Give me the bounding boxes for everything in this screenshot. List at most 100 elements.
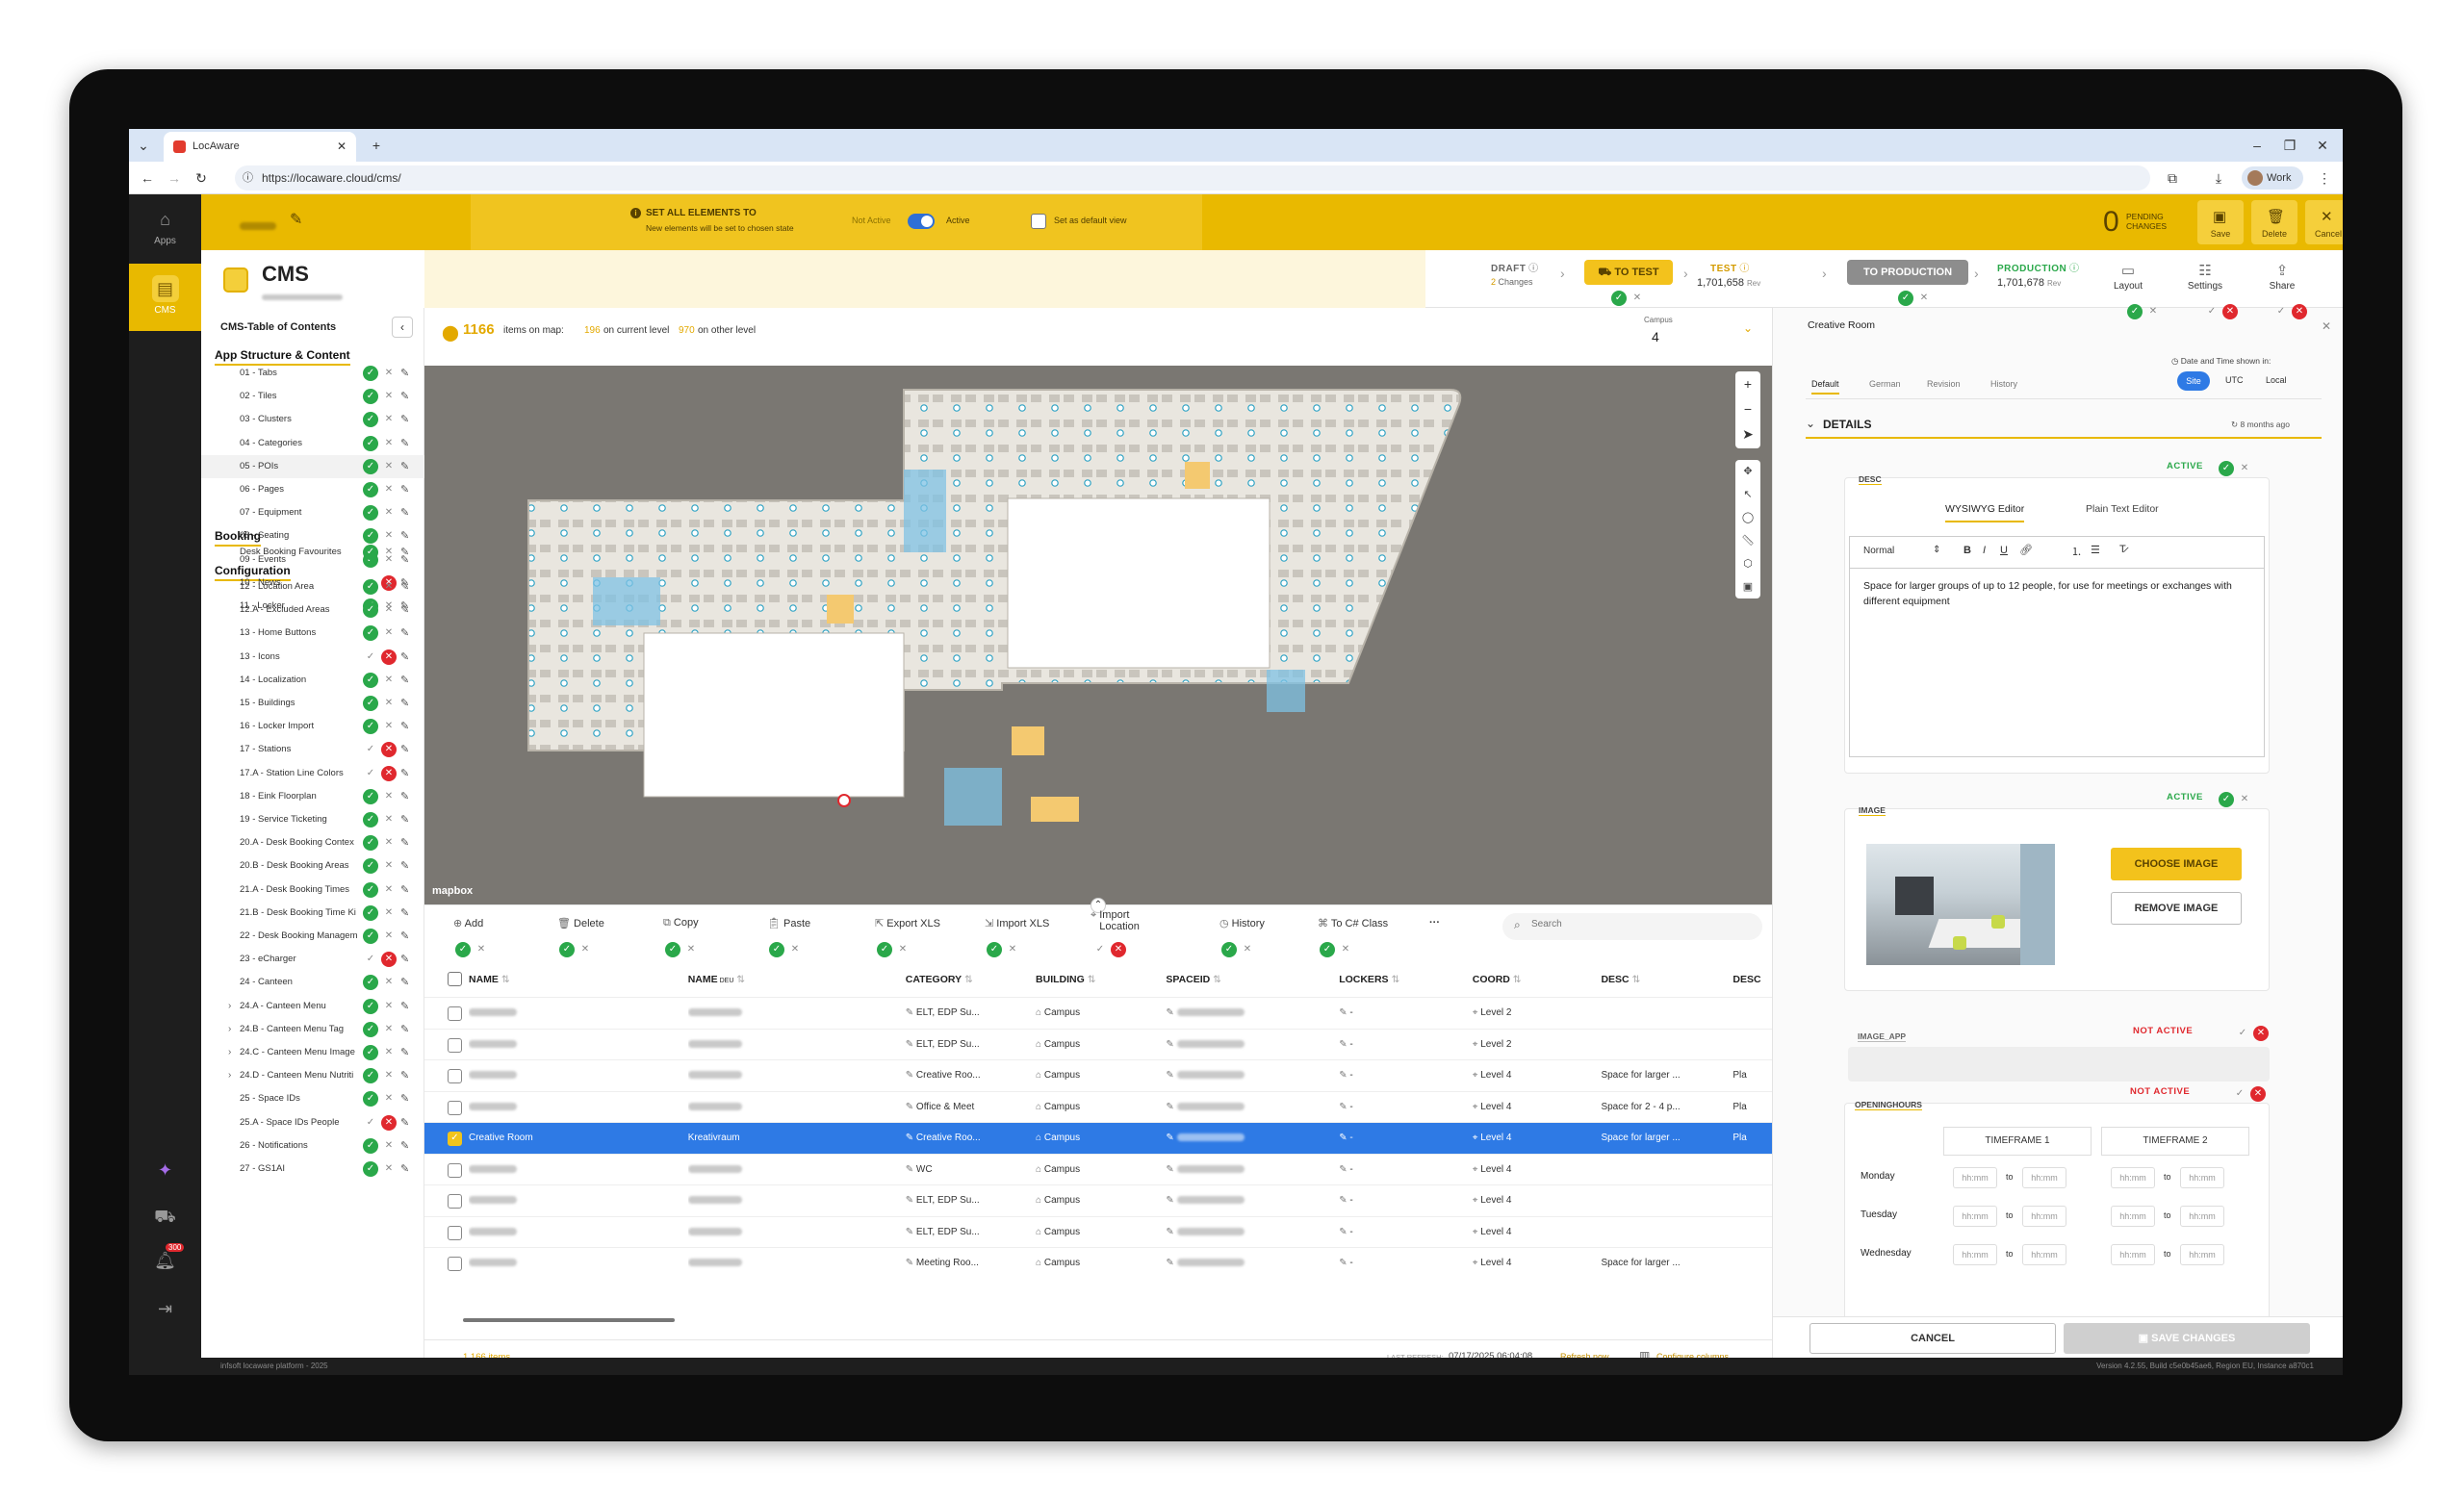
toc-item[interactable]: 24 - Canteen ✓ ✕ ✎ [201,971,424,994]
sort-icon[interactable]: ⇅ [1085,974,1096,985]
horizontal-scrollbar[interactable] [463,1318,675,1322]
edit-pencil-icon[interactable]: ✎ [400,575,409,598]
edit-pencil-icon[interactable]: ✎ [400,432,409,455]
x-icon[interactable]: ✕ [683,942,699,957]
clear-format-icon[interactable]: T̷ [2119,544,2126,555]
plain-text-tab[interactable]: Plain Text Editor [2086,503,2159,515]
x-icon[interactable]: ✕ [381,436,397,451]
x-icon[interactable]: ✕ [381,545,397,560]
sort-icon[interactable]: ⇅ [1630,974,1641,985]
panel-tab[interactable]: German [1869,379,1901,389]
status-toggle[interactable]: ✓✕ [363,412,398,429]
toc-item[interactable]: 27 - GS1AI ✓ ✕ ✎ [201,1158,424,1181]
delete-button[interactable]: 🗑︎ Delete ✓ ✕ [557,917,604,957]
table-row[interactable]: ✓ Creative Room Kreativraum ✎ Creative Roo.… [424,1122,1772,1154]
desc-editor[interactable]: Space for larger groups of up to 12 peop… [1849,569,2265,757]
share-button[interactable]: ⇪ Share [2258,262,2306,292]
check-icon[interactable]: ✓ [1092,942,1108,957]
to-test-state[interactable]: ✓ ✕ [1611,291,1646,308]
status-toggle[interactable]: ✓✕ [769,942,804,959]
check-icon[interactable]: ✓ [363,788,378,804]
edit-pencil-icon[interactable]: ✎ [400,1041,409,1064]
status-toggle[interactable]: ✓✕ [363,929,398,946]
x-icon[interactable]: ✕ [381,812,397,827]
rail-notifications[interactable]: 🔔︎ 300 [129,1243,201,1277]
edit-pencil-icon[interactable]: ✎ [400,1158,409,1181]
check-icon[interactable]: ✓ [363,482,378,497]
status-toggle[interactable]: ✓✕ [363,482,398,499]
browser-menu-icon[interactable]: ⋮ [2314,167,2335,189]
toc-item[interactable]: 13 - Icons ✓ ✕ ✎ [201,646,424,669]
table-row[interactable]: ✎ ELT, EDP Su... ⌂ Campus ✎ ✎ - ⌖ Level 2 [424,997,1772,1029]
sort-icon[interactable]: ⇅ [499,974,510,985]
x-icon[interactable]: ✕ [381,975,397,990]
to-production-button[interactable]: TO PRODUCTION [1847,260,1968,285]
history-button[interactable]: ◷ History ✓ ✕ [1219,917,1265,957]
tab-menu-icon[interactable]: ⌄ [133,135,154,156]
italic-icon[interactable]: I [1983,545,1986,556]
compass-icon[interactable]: ➤ [1735,421,1760,446]
edit-pencil-icon[interactable]: ✎ [400,948,409,971]
check-icon[interactable]: ✓ [665,942,680,957]
edit-pencil-icon[interactable]: ✎ [400,854,409,878]
edit-pencil-icon[interactable]: ✎ [400,925,409,948]
toc-item[interactable]: 21.B - Desk Booking Time Ki ✓ ✕ ✎ [201,902,424,925]
import-xls-button[interactable]: ⇲ Import XLS ✓ ✕ [985,917,1049,957]
column-header-name[interactable]: NAME ⇅ [469,962,510,997]
save-button[interactable]: ▣ Save [2197,200,2244,244]
table-row[interactable]: ✎ ELT, EDP Su... ⌂ Campus ✎ ✎ - ⌖ Level 2 [424,1028,1772,1060]
check-icon[interactable]: ✓ [363,625,378,642]
x-icon[interactable]: ✕ [381,389,397,404]
status-toggle[interactable]: ✓✕ [363,952,398,969]
x-icon[interactable]: ✕ [381,999,397,1014]
table-row[interactable]: ✎ Creative Roo... ⌂ Campus ✎ ✎ - ⌖ Level 4 S… [424,1059,1772,1091]
ruler-icon[interactable]: 📏︎ [1735,529,1760,552]
toc-item[interactable]: 21.A - Desk Booking Times ✓ ✕ ✎ [201,878,424,902]
rail-cms[interactable]: ▤ CMS [129,264,201,331]
toc-item[interactable]: 20.B - Desk Booking Areas ✓ ✕ ✎ [201,854,424,878]
status-toggle[interactable]: ✓✕ [455,942,490,959]
site-info-icon[interactable]: ⓘ [243,165,253,191]
bold-icon[interactable]: B [1964,545,1971,556]
status-toggle[interactable]: ✓✕ [987,942,1021,959]
active-toggle[interactable] [908,214,935,229]
wysiwyg-tab[interactable]: WYSIWYG Editor [1945,503,2025,522]
chevron-right-icon[interactable]: › [228,995,231,1018]
check-icon[interactable]: ✓ [363,545,378,560]
cube-icon[interactable]: ⬡ [1735,552,1760,575]
x-icon[interactable]: ✕ [381,789,397,804]
time-input[interactable]: hh:mm [1953,1206,1997,1227]
status-toggle[interactable]: ✓✕ [877,942,911,959]
save-changes-button[interactable]: ▣ SAVE CHANGES [2064,1323,2310,1354]
x-icon[interactable]: ✕ [381,625,397,641]
campus-value[interactable]: 4 [1652,329,1659,344]
status-toggle[interactable]: ✓✕ [363,366,398,383]
copy-button[interactable]: ⧉ Copy ✓ ✕ [663,917,699,957]
status-toggle[interactable]: ✓✕ [363,696,398,713]
toc-item[interactable]: 12 - Location Area ✓ ✕ ✎ [201,575,424,598]
profile-chip[interactable]: Work [2242,166,2303,190]
x-icon[interactable]: ✕ [381,858,397,874]
toc-item[interactable]: 19 - Service Ticketing ✓ ✕ ✎ [201,808,424,831]
close-panel-icon[interactable]: ✕ [2322,319,2331,333]
to-csharp-button[interactable]: ⌘ To C# Class ✓ ✕ [1318,917,1388,957]
status-toggle[interactable]: ✓✕ [363,742,398,759]
cancel-changes-button[interactable]: CANCEL [1810,1323,2056,1354]
x-icon[interactable]: ✕ [1111,942,1126,957]
select-pointer-icon[interactable]: ↖ [1735,483,1760,506]
close-window-icon[interactable]: ✕ [2312,135,2333,156]
edit-pencil-icon[interactable]: ✎ [400,1018,409,1041]
x-icon[interactable]: ✕ [381,719,397,734]
check-icon[interactable]: ✓ [363,505,378,522]
toc-item[interactable]: › 24.B - Canteen Menu Tag ✓ ✕ ✎ [201,1018,424,1041]
toc-item[interactable]: 07 - Equipment ✓ ✕ ✎ [201,501,424,524]
sort-icon[interactable]: ⇅ [1389,974,1399,985]
edit-pencil-icon[interactable]: ✎ [400,738,409,761]
edit-pencil-icon[interactable]: ✎ [400,808,409,831]
column-header-category[interactable]: CATEGORY ⇅ [906,962,973,997]
status-toggle[interactable]: ✓✕ [363,1045,398,1062]
status-toggle[interactable]: ✓✕ [363,812,398,829]
toc-item[interactable]: › 24.D - Canteen Menu Nutriti ✓ ✕ ✎ [201,1064,424,1087]
toc-item[interactable]: 23 - eCharger ✓ ✕ ✎ [201,948,424,971]
tz-local-button[interactable]: Local [2266,375,2287,385]
